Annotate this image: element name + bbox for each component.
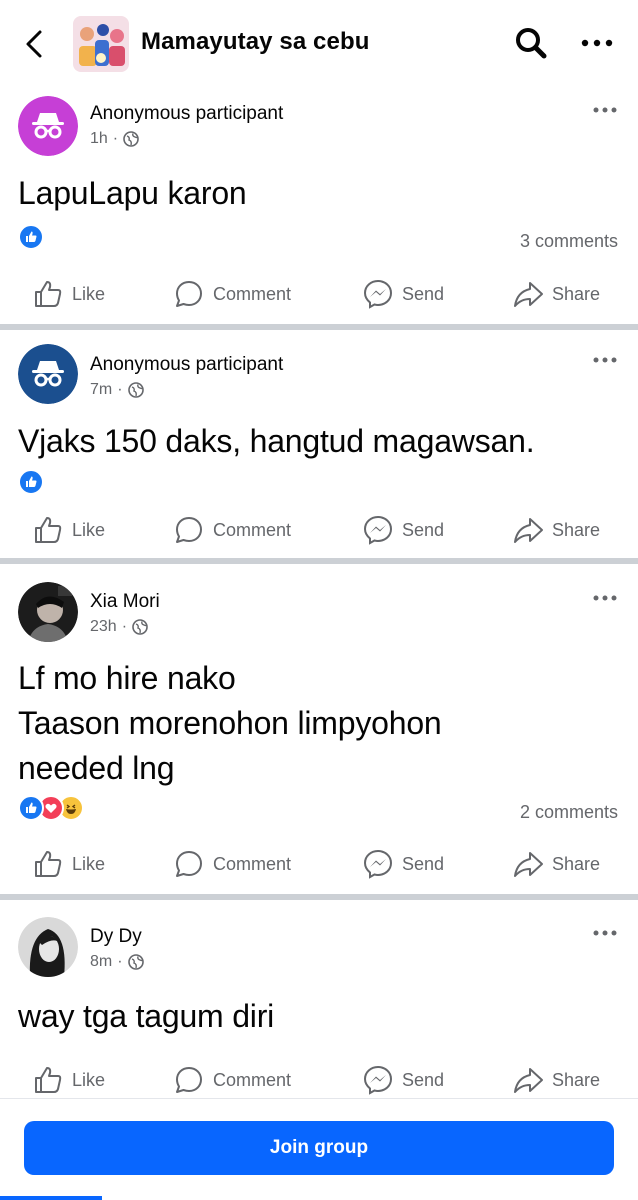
share-button[interactable]: Share (512, 510, 600, 550)
join-bar: Join group (0, 1098, 638, 1200)
share-icon (514, 852, 543, 877)
messenger-icon (363, 849, 393, 879)
avatar[interactable] (18, 344, 78, 404)
post-meta: 8m · (90, 953, 144, 971)
post-author[interactable]: Dy Dy (90, 926, 142, 948)
post-meta: 7m · (90, 381, 144, 399)
post-text: Vjaks 150 daks, hangtud magawsan. (18, 423, 535, 459)
messenger-icon (363, 515, 393, 545)
messenger-icon (363, 279, 393, 309)
comment-icon (176, 1067, 202, 1093)
send-button[interactable]: Send (362, 510, 444, 550)
send-button[interactable]: Send (362, 274, 444, 314)
post-text-line: Taason morenohon limpyohon (18, 705, 442, 741)
share-button[interactable]: Share (512, 844, 600, 884)
like-reaction-icon (18, 469, 44, 495)
chevron-left-icon (26, 30, 42, 58)
share-icon (514, 282, 543, 307)
search-button[interactable] (510, 22, 552, 64)
globe-icon (123, 131, 139, 147)
reaction-summary[interactable] (18, 469, 44, 495)
share-icon (514, 518, 543, 543)
search-icon (516, 28, 547, 59)
share-icon (514, 1068, 543, 1093)
send-button[interactable]: Send (362, 844, 444, 884)
more-horizontal-icon (593, 107, 617, 113)
avatar[interactable] (18, 917, 78, 977)
more-horizontal-icon (593, 357, 617, 363)
post-text: LapuLapu karon (18, 175, 247, 211)
post-more-button[interactable] (590, 588, 622, 608)
globe-icon (127, 382, 144, 398)
post-actions: Like Comment Send Share (0, 510, 638, 550)
globe-icon (132, 619, 148, 635)
comment-icon (176, 517, 202, 543)
group-header: Mamayutay sa cebu (0, 0, 638, 88)
post-text: Lf mo hire nako Taason morenohon limpyoh… (18, 656, 442, 791)
comment-button[interactable]: Comment (173, 274, 291, 314)
like-reaction-icon (18, 224, 44, 250)
post-author[interactable]: Anonymous participant (90, 103, 283, 125)
back-button[interactable] (20, 24, 50, 64)
comment-button[interactable]: Comment (173, 1060, 291, 1100)
comments-count[interactable]: 3 comments (520, 231, 618, 252)
more-horizontal-icon (593, 595, 617, 601)
post-author[interactable]: Xia Mori (90, 591, 160, 613)
post: Xia Mori 23h · Lf mo hire nako Taason mo… (0, 564, 638, 894)
like-button[interactable]: Like (32, 510, 105, 550)
post-meta: 1h · (90, 130, 139, 148)
comment-icon (176, 281, 202, 307)
comment-button[interactable]: Comment (173, 510, 291, 550)
comments-count[interactable]: 2 comments (520, 802, 618, 823)
share-button[interactable]: Share (512, 1060, 600, 1100)
like-button[interactable]: Like (32, 1060, 105, 1100)
reaction-summary[interactable] (18, 224, 44, 250)
post-actions: Like Comment Send Share (0, 844, 638, 884)
comment-button[interactable]: Comment (173, 844, 291, 884)
like-icon (35, 1067, 62, 1093)
messenger-icon (363, 1065, 393, 1095)
header-more-button[interactable] (576, 26, 618, 60)
post: Anonymous participant 7m · Vjaks 150 dak… (0, 330, 638, 558)
post: Anonymous participant 1h · LapuLapu karo… (0, 88, 638, 324)
avatar[interactable] (18, 582, 78, 642)
post-time[interactable]: 8m (90, 953, 112, 971)
group-title[interactable]: Mamayutay sa cebu (141, 28, 369, 56)
comment-icon (176, 851, 202, 877)
like-button[interactable]: Like (32, 274, 105, 314)
reaction-summary[interactable] (18, 795, 84, 821)
post-actions: Like Comment Send Share (0, 1060, 638, 1100)
post-author[interactable]: Anonymous participant (90, 354, 283, 376)
post-text: way tga tagum diri (18, 998, 275, 1034)
post-text-line: needed lng (18, 750, 175, 786)
like-button[interactable]: Like (32, 844, 105, 884)
group-cover-thumbnail[interactable] (73, 16, 129, 72)
post-text-line: Lf mo hire nako (18, 660, 236, 696)
more-horizontal-icon (581, 39, 613, 47)
post-actions: Like Comment Send Share (0, 274, 638, 314)
like-icon (35, 851, 62, 877)
more-horizontal-icon (593, 930, 617, 936)
post-time[interactable]: 1h (90, 130, 108, 148)
post-more-button[interactable] (590, 100, 622, 120)
post: Dy Dy 8m · way tga tagum diri Like Comme… (0, 900, 638, 1098)
join-group-button[interactable]: Join group (24, 1121, 614, 1175)
share-button[interactable]: Share (512, 274, 600, 314)
send-button[interactable]: Send (362, 1060, 444, 1100)
post-time[interactable]: 7m (90, 381, 112, 399)
like-icon (35, 281, 62, 307)
post-more-button[interactable] (590, 350, 622, 370)
post-time[interactable]: 23h (90, 618, 117, 636)
like-icon (35, 517, 62, 543)
post-more-button[interactable] (590, 923, 622, 943)
like-reaction-icon (18, 795, 44, 821)
progress-indicator (0, 1196, 102, 1200)
post-meta: 23h · (90, 618, 148, 636)
globe-icon (127, 954, 144, 970)
avatar[interactable] (18, 96, 78, 156)
